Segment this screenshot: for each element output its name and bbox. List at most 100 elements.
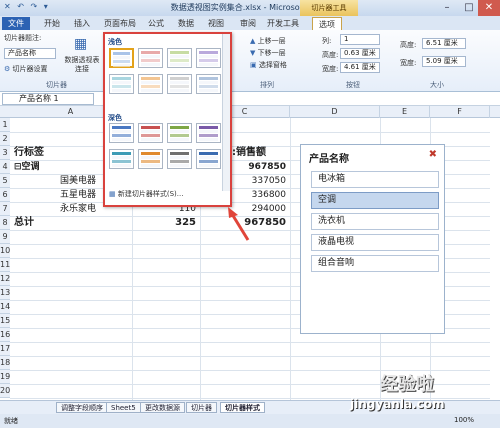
selection-pane-button[interactable]: ▣ 选择窗格 (250, 60, 287, 70)
light-style-swatch[interactable] (196, 48, 221, 68)
light-style-swatch[interactable] (109, 74, 134, 94)
zoom-level[interactable]: 100% (454, 416, 474, 424)
sheet-tab-1[interactable]: 调整字段顺序 (56, 402, 108, 413)
dark-style-swatch[interactable] (196, 149, 221, 169)
row-header[interactable]: 12 (0, 272, 10, 286)
maximize-icon[interactable]: □ (458, 0, 480, 16)
dark-style-swatch[interactable] (196, 123, 221, 143)
row-header[interactable]: 3 (0, 146, 10, 160)
light-style-swatch[interactable] (138, 48, 163, 68)
column-header-d[interactable]: D (290, 106, 380, 118)
slicer-item-lcd-tv[interactable]: 液晶电视 (311, 234, 439, 251)
tab-options[interactable]: 选项 (312, 17, 342, 30)
size-width-input[interactable]: 5.09 厘米 (422, 56, 466, 67)
close-icon[interactable]: ✕ (478, 0, 500, 16)
slicer-item-washer[interactable]: 洗衣机 (311, 213, 439, 230)
row-header[interactable]: 7 (0, 202, 10, 216)
row-header[interactable]: 11 (0, 258, 10, 272)
pivot-total-qty[interactable]: 325 (160, 216, 196, 230)
sheet-tab-3[interactable]: 更改数据源 (140, 402, 185, 413)
pivot-row-gome[interactable]: 国美电器 (60, 174, 96, 188)
group-size: 大小 (430, 81, 444, 89)
slicer-item-aircon[interactable]: 空调 (311, 192, 439, 209)
row-header[interactable]: 13 (0, 286, 10, 300)
light-style-swatch[interactable] (109, 48, 134, 68)
tab-insert[interactable]: 插入 (70, 17, 94, 30)
light-style-swatch[interactable] (196, 74, 221, 94)
bring-forward-button[interactable]: ▲ 上移一层 (250, 36, 286, 46)
dark-style-swatch[interactable] (138, 123, 163, 143)
tab-page-layout[interactable]: 页面布局 (100, 17, 140, 30)
tab-home[interactable]: 开始 (40, 17, 64, 30)
pivot-row-aircon[interactable]: ⊟空调 (14, 160, 40, 174)
light-style-swatch[interactable] (167, 48, 192, 68)
group-arrange: 排列 (260, 81, 274, 89)
slicer-settings-button[interactable]: ⚙ 切片器设置 (4, 64, 48, 74)
sheet-tab-active[interactable]: 切片器样式 (220, 402, 265, 413)
row-header[interactable]: 8 (0, 216, 10, 230)
slicer-caption-input[interactable]: 产品名称 (4, 48, 56, 59)
status-bar (0, 414, 500, 428)
row-header[interactable]: 6 (0, 188, 10, 202)
row-header[interactable]: 15 (0, 314, 10, 328)
row-header[interactable]: 10 (0, 244, 10, 258)
name-box[interactable]: 产品名称 1 (2, 93, 94, 105)
pivot-value-gome[interactable]: 337050 (230, 174, 286, 188)
row-header[interactable]: 5 (0, 174, 10, 188)
row-header[interactable]: 18 (0, 356, 10, 370)
dark-style-swatch[interactable] (109, 149, 134, 169)
tab-formulas[interactable]: 公式 (144, 17, 168, 30)
dark-style-swatch[interactable] (167, 123, 192, 143)
dark-style-swatch[interactable] (167, 149, 192, 169)
pivot-row-label-header[interactable]: 行标签 (14, 146, 44, 160)
dark-style-swatch[interactable] (109, 123, 134, 143)
slicer-item-fridge[interactable]: 电冰箱 (311, 171, 439, 188)
row-header[interactable]: 16 (0, 328, 10, 342)
minimize-icon[interactable]: – (436, 0, 458, 16)
tab-data[interactable]: 数据 (174, 17, 198, 30)
pivot-value-suning[interactable]: 336800 (230, 188, 286, 202)
slicer-item-stereo[interactable]: 组合音响 (311, 255, 439, 272)
column-header-e[interactable]: E (380, 106, 430, 118)
columns-input[interactable]: 1 (340, 34, 380, 45)
button-width-input[interactable]: 4.61 厘米 (340, 62, 380, 73)
column-header-f[interactable]: F (430, 106, 490, 118)
pivot-total-label[interactable]: 总计 (14, 216, 34, 230)
row-header[interactable]: 20 (0, 384, 10, 398)
pivot-total-value[interactable]: 967850 (230, 216, 286, 230)
tab-developer[interactable]: 开发工具 (266, 17, 300, 30)
pivot-row-yongle[interactable]: 永乐家电 (60, 202, 96, 216)
row-header[interactable]: 9 (0, 230, 10, 244)
send-backward-button[interactable]: ▼ 下移一层 (250, 48, 286, 58)
row-header[interactable]: 1 (0, 118, 10, 132)
slicer-style-gallery[interactable]: 浅色 深色 ▦ 新建切片器样式(S)... (103, 32, 232, 207)
sheet-tab-2[interactable]: Sheet5 (106, 402, 141, 413)
bring-forward-label: 上移一层 (257, 37, 286, 45)
light-style-swatch[interactable] (138, 74, 163, 94)
sheet-tab-4[interactable]: 切片器 (186, 402, 217, 413)
pivot-value-yongle[interactable]: 294000 (230, 202, 286, 216)
tab-file[interactable]: 文件 (2, 17, 30, 30)
clear-filter-icon[interactable]: ✖ (429, 149, 437, 160)
size-height-input[interactable]: 6.51 厘米 (422, 38, 466, 49)
tab-view[interactable]: 视图 (204, 17, 228, 30)
pivot-value-aircon[interactable]: 967850 (230, 160, 286, 174)
row-header[interactable]: 2 (0, 132, 10, 146)
pivot-connections-button[interactable]: 数据透视表连接 (62, 56, 102, 74)
dark-style-swatch[interactable] (138, 149, 163, 169)
selection-pane-label: 选择窗格 (258, 61, 287, 69)
pivot-row-suning[interactable]: 五星电器 (60, 188, 96, 202)
row-header[interactable]: 14 (0, 300, 10, 314)
button-height-input[interactable]: 0.63 厘米 (340, 48, 380, 59)
tab-review[interactable]: 审阅 (236, 17, 260, 30)
gallery-scrollbar[interactable] (222, 34, 230, 191)
new-slicer-style-button[interactable]: ▦ 新建切片器样式(S)... (109, 189, 183, 199)
size-width-label: 宽度: (400, 59, 417, 67)
pivot-sum-header[interactable]: :销售额 (232, 146, 266, 160)
row-header[interactable]: 19 (0, 370, 10, 384)
row-header[interactable]: 4 (0, 160, 10, 174)
light-style-swatch[interactable] (167, 74, 192, 94)
grid-line (10, 342, 490, 343)
row-header[interactable]: 17 (0, 342, 10, 356)
slicer-product-name[interactable]: 产品名称 ✖ 电冰箱 空调 洗衣机 液晶电视 组合音响 (300, 144, 445, 334)
